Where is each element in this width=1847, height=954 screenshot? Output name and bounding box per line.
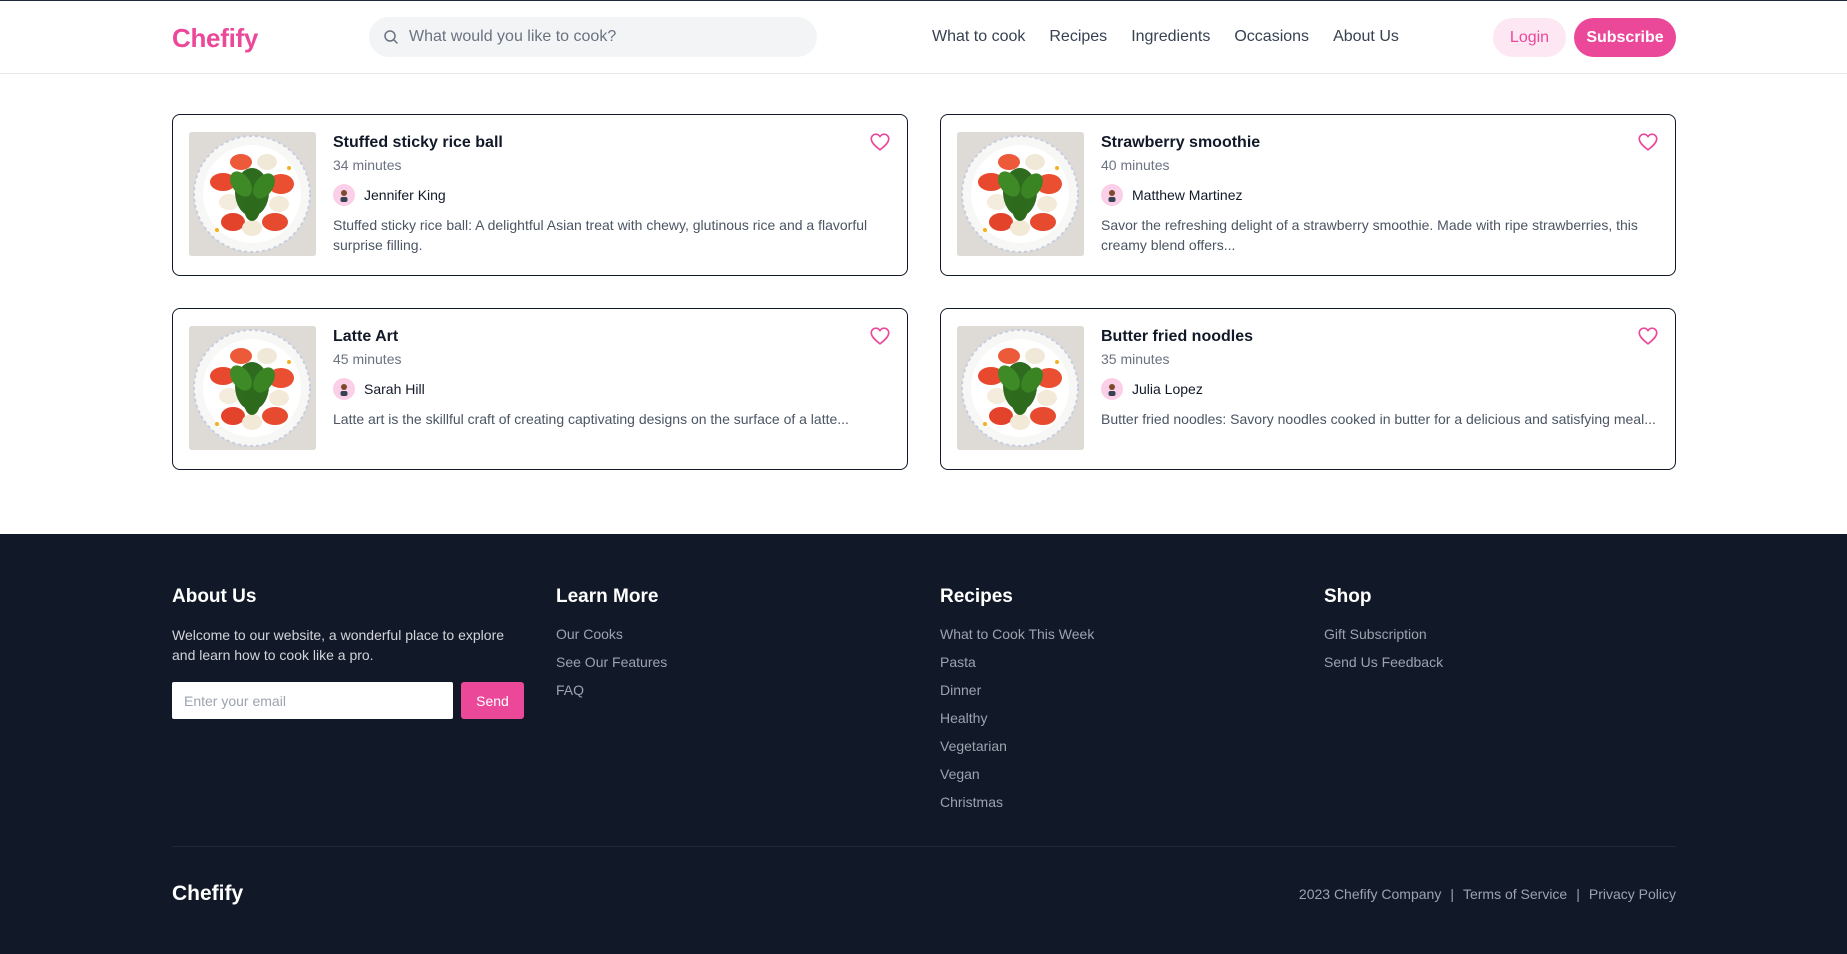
heart-icon[interactable]	[1637, 325, 1659, 347]
salad-plate-image	[189, 326, 316, 450]
footer-heading-learn-more: Learn More	[556, 586, 659, 607]
salad-plate-image	[957, 132, 1084, 256]
recipe-author: Matthew Martinez	[1101, 183, 1242, 207]
recipe-title[interactable]: Butter fried noodles	[1101, 328, 1253, 346]
avatar	[333, 378, 355, 400]
author-name: Julia Lopez	[1132, 381, 1203, 397]
footer-shop-column: Shop Gift Subscription Send Us Feedback	[1324, 586, 1443, 681]
heart-icon[interactable]	[869, 325, 891, 347]
recipe-description: Savor the refreshing delight of a strawb…	[1101, 217, 1638, 253]
footer-recipes-column: Recipes What to Cook This Week Pasta Din…	[940, 586, 1094, 821]
footer-heading-about: About Us	[172, 586, 257, 607]
footer-link-christmas[interactable]: Christmas	[940, 794, 1003, 810]
author-name: Jennifer King	[364, 187, 446, 203]
search-input[interactable]	[409, 17, 805, 57]
privacy-link[interactable]: Privacy Policy	[1589, 886, 1676, 902]
recipe-image[interactable]	[189, 132, 316, 256]
logo[interactable]: Chefify	[172, 23, 258, 54]
nav-ingredients[interactable]: Ingredients	[1131, 28, 1210, 46]
footer-logo[interactable]: Chefify	[172, 882, 243, 906]
recipe-title[interactable]: Strawberry smoothie	[1101, 134, 1260, 152]
heart-icon[interactable]	[1637, 131, 1659, 153]
send-button[interactable]: Send	[461, 682, 524, 719]
footer-divider	[172, 846, 1676, 847]
footer-link-features[interactable]: See Our Features	[556, 654, 667, 670]
recipe-card[interactable]: Stuffed sticky rice ball 34 minutes Jenn…	[172, 114, 908, 276]
footer-link-dinner[interactable]: Dinner	[940, 682, 981, 698]
search-bar[interactable]	[369, 17, 817, 57]
footer-link-pasta[interactable]: Pasta	[940, 654, 976, 670]
recipe-card[interactable]: Strawberry smoothie 40 minutes Matthew M…	[940, 114, 1676, 276]
footer-link-faq[interactable]: FAQ	[556, 682, 584, 698]
recipe-description: Stuffed sticky rice ball: A delightful A…	[333, 217, 868, 253]
person-icon	[1108, 384, 1116, 396]
footer-link-what-to-cook-this-week[interactable]: What to Cook This Week	[940, 626, 1094, 642]
recipe-time: 35 minutes	[1101, 351, 1170, 367]
nav-about-us[interactable]: About Us	[1333, 28, 1399, 46]
search-icon	[384, 30, 398, 44]
salad-plate-image	[189, 132, 316, 256]
recipe-card[interactable]: Latte Art 45 minutes Sarah Hill Latte ar…	[172, 308, 908, 470]
recipe-author: Julia Lopez	[1101, 377, 1203, 401]
footer-link-send-feedback[interactable]: Send Us Feedback	[1324, 654, 1443, 670]
person-icon	[1108, 190, 1116, 202]
footer-heading-recipes: Recipes	[940, 586, 1013, 607]
recipe-card[interactable]: Butter fried noodles 35 minutes Julia Lo…	[940, 308, 1676, 470]
recipe-image[interactable]	[189, 326, 316, 450]
terms-link[interactable]: Terms of Service	[1463, 886, 1567, 902]
email-input[interactable]	[172, 682, 453, 719]
footer-link-gift-subscription[interactable]: Gift Subscription	[1324, 626, 1427, 642]
recipe-time: 40 minutes	[1101, 157, 1170, 173]
avatar	[333, 184, 355, 206]
footer-heading-shop: Shop	[1324, 586, 1372, 607]
person-icon	[340, 384, 348, 396]
author-name: Matthew Martinez	[1132, 187, 1243, 203]
recipe-author: Sarah Hill	[333, 377, 425, 401]
footer-link-vegetarian[interactable]: Vegetarian	[940, 738, 1007, 754]
person-icon	[340, 190, 348, 202]
recipe-description: Butter fried noodles: Savory noodles coo…	[1101, 411, 1656, 427]
recipe-author: Jennifer King	[333, 183, 446, 207]
footer-link-our-cooks[interactable]: Our Cooks	[556, 626, 623, 642]
site-header: Chefify What to cook Recipes Ingredients…	[0, 1, 1847, 74]
heart-icon[interactable]	[869, 131, 891, 153]
copyright-text: 2023 Chefify Company	[1298, 886, 1442, 902]
avatar	[1101, 378, 1123, 400]
footer-link-vegan[interactable]: Vegan	[940, 766, 980, 782]
footer-legal: 2023 Chefify Company | Terms of Service …	[1299, 886, 1676, 902]
nav-recipes[interactable]: Recipes	[1049, 28, 1107, 46]
footer-about-text: Welcome to our website, a wonderful plac…	[172, 627, 505, 663]
recipe-description: Latte art is the skillful craft of creat…	[333, 411, 849, 427]
recipe-time: 34 minutes	[333, 157, 402, 173]
author-name: Sarah Hill	[364, 381, 425, 397]
recipe-image[interactable]	[957, 326, 1084, 450]
footer-link-healthy[interactable]: Healthy	[940, 710, 987, 726]
footer-learn-more-column: Learn More Our Cooks See Our Features FA…	[556, 586, 667, 709]
main-nav: What to cook Recipes Ingredients Occasio…	[932, 28, 1423, 46]
recipe-time: 45 minutes	[333, 351, 402, 367]
avatar	[1101, 184, 1123, 206]
nav-what-to-cook[interactable]: What to cook	[932, 28, 1025, 46]
nav-occasions[interactable]: Occasions	[1234, 28, 1309, 46]
subscribe-button[interactable]: Subscribe	[1574, 18, 1676, 57]
legal-separator: |	[1576, 886, 1580, 902]
legal-separator: |	[1450, 886, 1454, 902]
recipe-title[interactable]: Stuffed sticky rice ball	[333, 134, 503, 152]
site-footer: About Us Welcome to our website, a wonde…	[0, 534, 1847, 954]
salad-plate-image	[957, 326, 1084, 450]
recipe-image[interactable]	[957, 132, 1084, 256]
login-button[interactable]: Login	[1493, 18, 1566, 57]
footer-about-column: About Us Welcome to our website, a wonde…	[172, 586, 522, 665]
recipe-title[interactable]: Latte Art	[333, 328, 398, 346]
